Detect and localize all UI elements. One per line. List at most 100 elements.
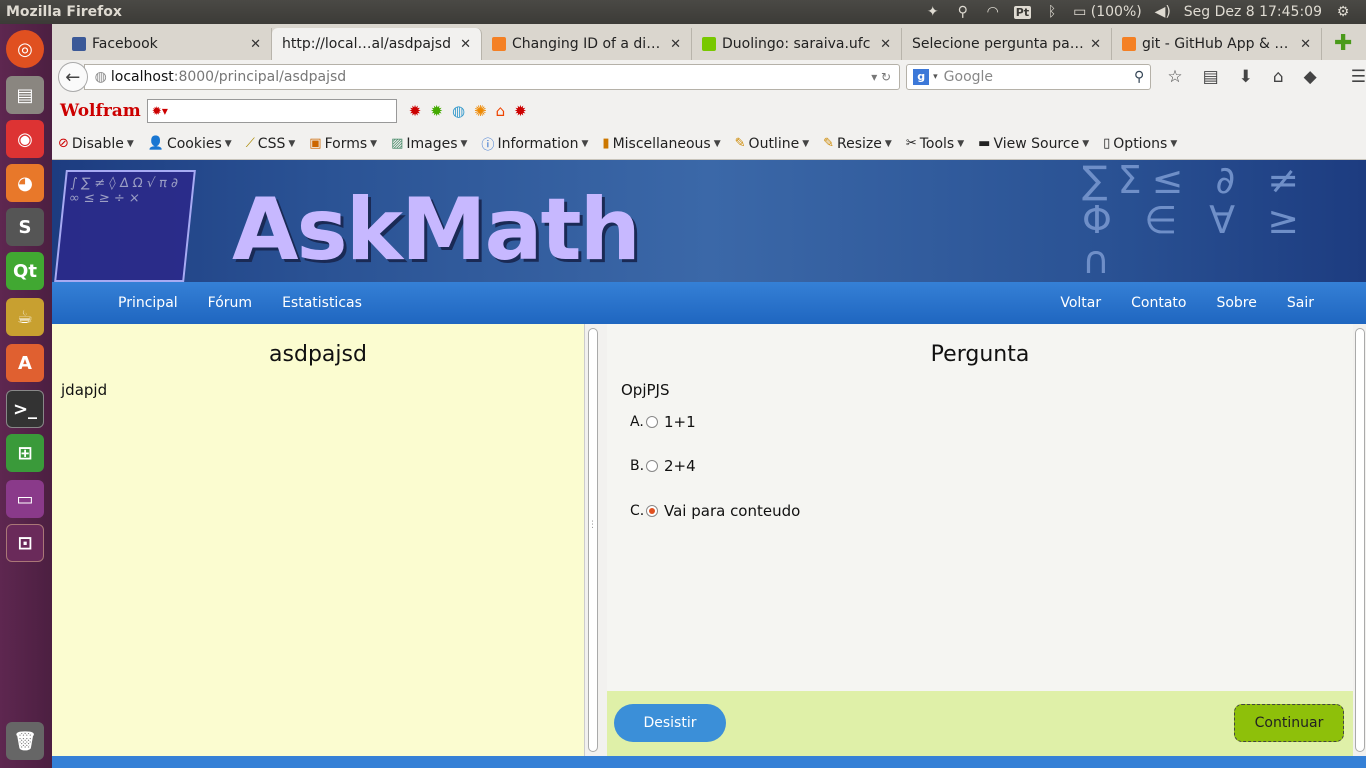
option-label: 1+1 xyxy=(664,413,696,431)
workspace-switcher-icon[interactable]: ⊡ xyxy=(6,524,44,562)
wolfram-star-icon[interactable]: ✹ xyxy=(409,102,422,120)
tab-facebook[interactable]: Facebook ✕ xyxy=(62,28,272,60)
volume-icon[interactable]: ◀) xyxy=(1154,4,1172,20)
tab-duolingo[interactable]: Duolingo: saraiva.ufc ✕ xyxy=(692,28,902,60)
panel-splitter[interactable]: ⋮ xyxy=(584,324,607,756)
menu-estatisticas[interactable]: Estatisticas xyxy=(282,295,362,311)
reload-icon[interactable]: ▾ ↻ xyxy=(871,70,891,84)
sublime-icon[interactable]: S xyxy=(6,208,44,246)
right-scrollbar[interactable] xyxy=(1355,328,1365,752)
download-icon[interactable]: ⬇ xyxy=(1239,67,1253,87)
reading-list-icon[interactable]: ▤ xyxy=(1203,67,1219,87)
window-app-icon[interactable]: ▭ xyxy=(6,480,44,518)
stackoverflow-icon xyxy=(492,37,506,51)
radio-button[interactable] xyxy=(646,416,658,428)
content-panel: asdpajsd jdapjd xyxy=(52,324,584,756)
chrome-icon[interactable]: ◉ xyxy=(6,120,44,158)
splitter-handle[interactable]: ⋮ xyxy=(588,520,597,530)
dev-tools-menu[interactable]: ✂ Tools ▼ xyxy=(906,136,964,152)
wolfram-star-icon[interactable]: ✹▾ xyxy=(152,104,168,118)
clock[interactable]: Seg Dez 8 17:45:09 xyxy=(1184,4,1322,20)
keyboard-layout-indicator[interactable]: Pt xyxy=(1013,5,1032,19)
url-bar[interactable]: ◍ localhost:8000/principal/asdpajsd ▾ ↻ xyxy=(83,64,901,90)
wolfram-input[interactable]: ✹▾ xyxy=(146,99,397,123)
continue-button[interactable]: Continuar xyxy=(1234,704,1344,742)
wolfram-house-icon[interactable]: ⌂ xyxy=(496,102,506,120)
qt-icon[interactable]: Qt xyxy=(6,252,44,290)
chevron-down-icon: ▼ xyxy=(884,138,892,149)
diagram-app-icon[interactable]: ⊞ xyxy=(6,434,44,472)
wolfram-globe-icon[interactable]: ◍ xyxy=(452,102,465,120)
tab-selecione[interactable]: Selecione pergunta par… ✕ xyxy=(902,28,1112,60)
launcher: ◎ ▤ ◉ ◕ S Qt ☕ A >_ ⊞ ▭ ⊡ 🗑 xyxy=(0,24,52,768)
menu-contato[interactable]: Contato xyxy=(1131,295,1186,311)
option-a[interactable]: A. 1+1 xyxy=(630,411,1353,433)
dev-outline-menu[interactable]: ✎ Outline ▼ xyxy=(735,136,809,152)
dev-cookies-menu[interactable]: 👤 Cookies ▼ xyxy=(148,136,232,152)
wifi-icon[interactable]: ◠ xyxy=(984,4,1002,20)
bookmark-star-icon[interactable]: ☆ xyxy=(1167,67,1182,87)
dev-information-menu[interactable]: ⓘ Information ▼ xyxy=(481,134,588,154)
dev-resize-menu[interactable]: ✎ Resize ▼ xyxy=(823,136,892,152)
home-icon[interactable]: ⌂ xyxy=(1273,67,1284,87)
close-icon[interactable]: ✕ xyxy=(1090,37,1101,52)
close-icon[interactable]: ✕ xyxy=(460,37,471,52)
tab-localhost[interactable]: http://local…al/asdpajsd ✕ xyxy=(272,28,482,60)
magnifier-icon[interactable]: ⚲ xyxy=(1134,69,1144,85)
radio-button[interactable] xyxy=(646,460,658,472)
firefox-icon[interactable]: ◕ xyxy=(6,164,44,202)
wolfram-burst-icon[interactable]: ✺ xyxy=(474,102,487,120)
search-icon[interactable]: ⚲ xyxy=(954,4,972,20)
software-center-icon[interactable]: A xyxy=(6,344,44,382)
option-letter: B. xyxy=(630,458,645,474)
close-icon[interactable]: ✕ xyxy=(670,37,681,52)
dev-view-source-menu[interactable]: ▬ View Source ▼ xyxy=(978,136,1089,152)
dev-css-menu[interactable]: ⟋ CSS ▼ xyxy=(246,136,296,152)
close-icon[interactable]: ✕ xyxy=(1300,37,1311,52)
menu-voltar[interactable]: Voltar xyxy=(1060,295,1101,311)
bluetooth-icon[interactable]: ᛒ xyxy=(1043,4,1061,20)
new-tab-icon[interactable]: ✚ xyxy=(1334,31,1352,56)
menu-icon[interactable]: ☰ xyxy=(1351,67,1366,87)
tab-stackoverflow[interactable]: Changing ID of a div … ✕ xyxy=(482,28,692,60)
option-c[interactable]: C. Vai para conteudo xyxy=(630,500,1353,522)
tab-git[interactable]: git - GitHub App & H… ✕ xyxy=(1112,28,1322,60)
power-icon[interactable]: ⚙ xyxy=(1334,4,1352,20)
close-icon[interactable]: ✕ xyxy=(250,37,261,52)
dev-options-menu[interactable]: ▯ Options ▼ xyxy=(1103,136,1177,152)
dev-menu-label: Outline xyxy=(748,135,800,152)
option-b[interactable]: B. 2+4 xyxy=(630,455,1353,477)
wolfram-star2-icon[interactable]: ✹ xyxy=(514,102,527,120)
menu-principal[interactable]: Principal xyxy=(118,295,178,311)
dev-menu-label: Disable xyxy=(71,135,124,152)
close-icon[interactable]: ✕ xyxy=(880,37,891,52)
wolfram-gear-icon[interactable]: ✹ xyxy=(430,102,443,120)
banner-decoration: ∫ ∑ ≠ ◊ ∆ Ω √ π ∂ ∞ ≤ ≥ ÷ × xyxy=(54,170,196,282)
dev-menu-label: Cookies xyxy=(166,135,222,152)
quit-button[interactable]: Desistir xyxy=(614,704,726,742)
radio-button-selected[interactable] xyxy=(646,505,658,517)
menu-sair[interactable]: Sair xyxy=(1287,295,1314,311)
chevron-down-icon: ▼ xyxy=(802,138,810,149)
dev-misc-menu[interactable]: ▮ Miscellaneous ▼ xyxy=(602,136,720,152)
menu-sobre[interactable]: Sobre xyxy=(1216,295,1256,311)
battery-indicator[interactable]: ▭ (100%) xyxy=(1073,4,1142,20)
dev-disable-menu[interactable]: ⊘ Disable ▼ xyxy=(58,136,134,152)
teapot-icon[interactable]: ☕ xyxy=(6,298,44,336)
tab-label: Duolingo: saraiva.ufc xyxy=(722,36,871,52)
menu-forum[interactable]: Fórum xyxy=(208,295,252,311)
trash-icon[interactable]: 🗑 xyxy=(6,722,44,760)
extension-icon[interactable]: ◆ xyxy=(1304,67,1317,87)
terminal-icon[interactable]: >_ xyxy=(6,390,44,428)
back-arrow-icon[interactable]: ← xyxy=(58,62,88,92)
search-box[interactable]: g ▾ Google ⚲ xyxy=(906,64,1152,90)
chevron-down-icon[interactable]: ▾ xyxy=(933,72,938,82)
dropbox-icon[interactable]: ✦ xyxy=(924,4,942,20)
files-icon[interactable]: ▤ xyxy=(6,76,44,114)
dev-forms-menu[interactable]: ▣ Forms ▼ xyxy=(309,136,377,152)
chevron-down-icon: ▼ xyxy=(460,138,468,149)
search-placeholder: Google xyxy=(943,69,994,85)
dev-images-menu[interactable]: ▨ Images ▼ xyxy=(391,136,467,152)
left-scrollbar[interactable] xyxy=(588,328,598,752)
ubuntu-dash-icon[interactable]: ◎ xyxy=(6,30,44,68)
